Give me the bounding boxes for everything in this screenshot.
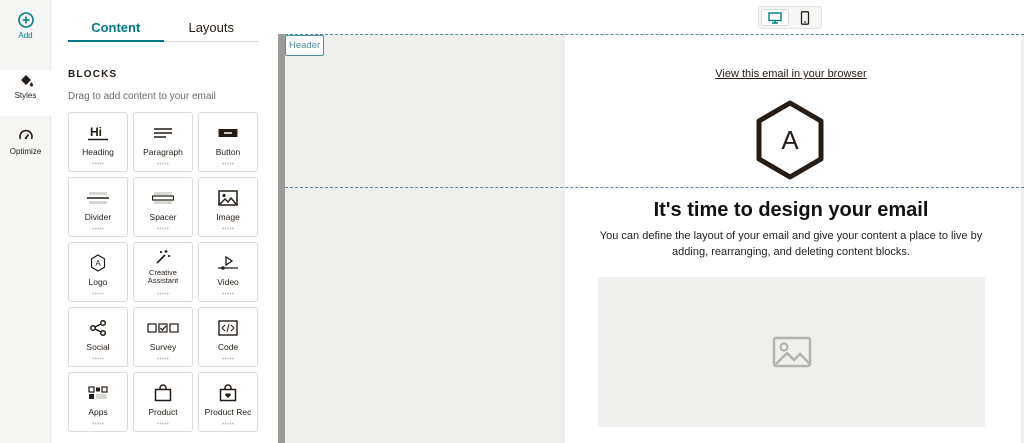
video-icon — [217, 251, 239, 275]
blocks-grid: Hi Heading Paragraph Button Divider Spac… — [68, 112, 260, 432]
shopping-bag-icon — [154, 381, 172, 405]
drag-handle-icon — [92, 162, 104, 165]
divider-icon — [87, 186, 109, 210]
block-survey[interactable]: Survey — [133, 307, 193, 367]
drag-handle-icon — [222, 227, 234, 230]
share-icon — [89, 316, 107, 340]
apps-icon — [88, 381, 108, 405]
section-tag-header[interactable]: Header — [285, 35, 325, 56]
block-video[interactable]: Video — [198, 242, 258, 302]
device-toggle — [758, 6, 822, 29]
image-icon — [218, 186, 238, 210]
panel-tabs: Content Layouts — [68, 14, 259, 42]
drag-handle-icon — [222, 292, 234, 295]
block-divider[interactable]: Divider — [68, 177, 128, 237]
block-label: Divider — [84, 212, 112, 222]
drag-handle-icon — [92, 357, 104, 360]
blocks-subtitle: Drag to add content to your email — [68, 91, 216, 102]
blocks-heading: BLOCKS — [68, 69, 118, 80]
button-icon — [218, 121, 238, 145]
block-label: Paragraph — [143, 147, 183, 157]
email-headline[interactable]: It's time to design your email — [565, 199, 1017, 222]
spacer-icon — [152, 186, 174, 210]
desktop-preview-button[interactable] — [761, 9, 790, 26]
gauge-icon — [18, 129, 33, 140]
add-nav-label: Add — [18, 31, 33, 40]
view-in-browser-link[interactable]: View this email in your browser — [565, 68, 1017, 80]
block-label: Logo — [88, 277, 108, 287]
block-label: Video — [217, 277, 239, 287]
tab-content[interactable]: Content — [68, 14, 164, 42]
image-icon — [772, 336, 811, 368]
drag-handle-icon — [92, 422, 104, 425]
plus-circle-icon — [17, 12, 34, 28]
paint-bucket-icon — [20, 75, 33, 87]
mobile-preview-button[interactable] — [791, 9, 819, 26]
survey-icon — [147, 316, 179, 340]
drag-handle-icon — [157, 357, 169, 360]
block-label: Product Rec — [204, 407, 252, 417]
block-logo[interactable]: A Logo — [68, 242, 128, 302]
block-creative-assistant[interactable]: Creative Assistant — [133, 242, 193, 302]
svg-text:A: A — [95, 259, 101, 268]
mobile-icon — [800, 10, 810, 25]
header-section-bottom-guide — [285, 187, 1024, 188]
drag-handle-icon — [92, 292, 104, 295]
svg-text:Hi: Hi — [90, 125, 102, 139]
magic-wand-icon — [154, 247, 172, 267]
block-label: Product — [148, 407, 178, 417]
block-social[interactable]: Social — [68, 307, 128, 367]
paragraph-icon — [153, 121, 173, 145]
block-paragraph[interactable]: Paragraph — [133, 112, 193, 172]
block-label: Survey — [149, 342, 177, 352]
left-rail: Add Styles Optimize — [0, 0, 51, 443]
block-image[interactable]: Image — [198, 177, 258, 237]
block-button[interactable]: Button — [198, 112, 258, 172]
optimize-nav-button[interactable]: Optimize — [0, 128, 51, 156]
drag-handle-icon — [157, 227, 169, 230]
drag-handle-icon — [157, 422, 169, 425]
drag-handle-icon — [92, 227, 104, 230]
block-product-rec[interactable]: Product Rec — [198, 372, 258, 432]
drag-handle-icon — [222, 162, 234, 165]
preview-toolbar — [278, 0, 1024, 34]
block-label: Code — [217, 342, 239, 352]
block-label: Image — [216, 212, 240, 222]
optimize-nav-label: Optimize — [9, 147, 42, 156]
block-code[interactable]: Code — [198, 307, 258, 367]
add-nav-button[interactable]: Add — [0, 12, 51, 40]
block-product[interactable]: Product — [133, 372, 193, 432]
drag-handle-icon — [157, 162, 169, 165]
tab-layouts[interactable]: Layouts — [164, 14, 260, 41]
block-label: Apps — [88, 407, 108, 417]
logo-placeholder[interactable]: A — [752, 99, 828, 186]
block-heading[interactable]: Hi Heading — [68, 112, 128, 172]
block-spacer[interactable]: Spacer — [133, 177, 193, 237]
block-label: Spacer — [149, 212, 177, 222]
block-label: Creative Assistant — [147, 268, 179, 285]
block-label: Social — [86, 342, 110, 352]
logo-icon: A — [90, 251, 106, 275]
block-label: Heading — [82, 147, 114, 157]
product-rec-icon — [219, 381, 237, 405]
desktop-icon — [768, 11, 782, 24]
styles-nav-label: Styles — [14, 91, 37, 100]
panel-resize-handle[interactable] — [278, 34, 285, 443]
block-apps[interactable]: Apps — [68, 372, 128, 432]
code-icon — [218, 316, 238, 340]
drag-handle-icon — [222, 422, 234, 425]
block-label: Button — [215, 147, 241, 157]
styles-nav-button[interactable]: Styles — [0, 70, 51, 116]
content-panel: Content Layouts BLOCKS Drag to add conte… — [51, 0, 276, 443]
header-section-top-guide — [285, 34, 1024, 35]
email-body-text[interactable]: You can define the layout of your email … — [595, 228, 987, 260]
heading-icon: Hi — [88, 121, 108, 145]
drag-handle-icon — [222, 357, 234, 360]
drag-handle-icon — [157, 292, 169, 295]
image-placeholder[interactable] — [598, 277, 985, 427]
logo-letter: A — [781, 125, 799, 155]
